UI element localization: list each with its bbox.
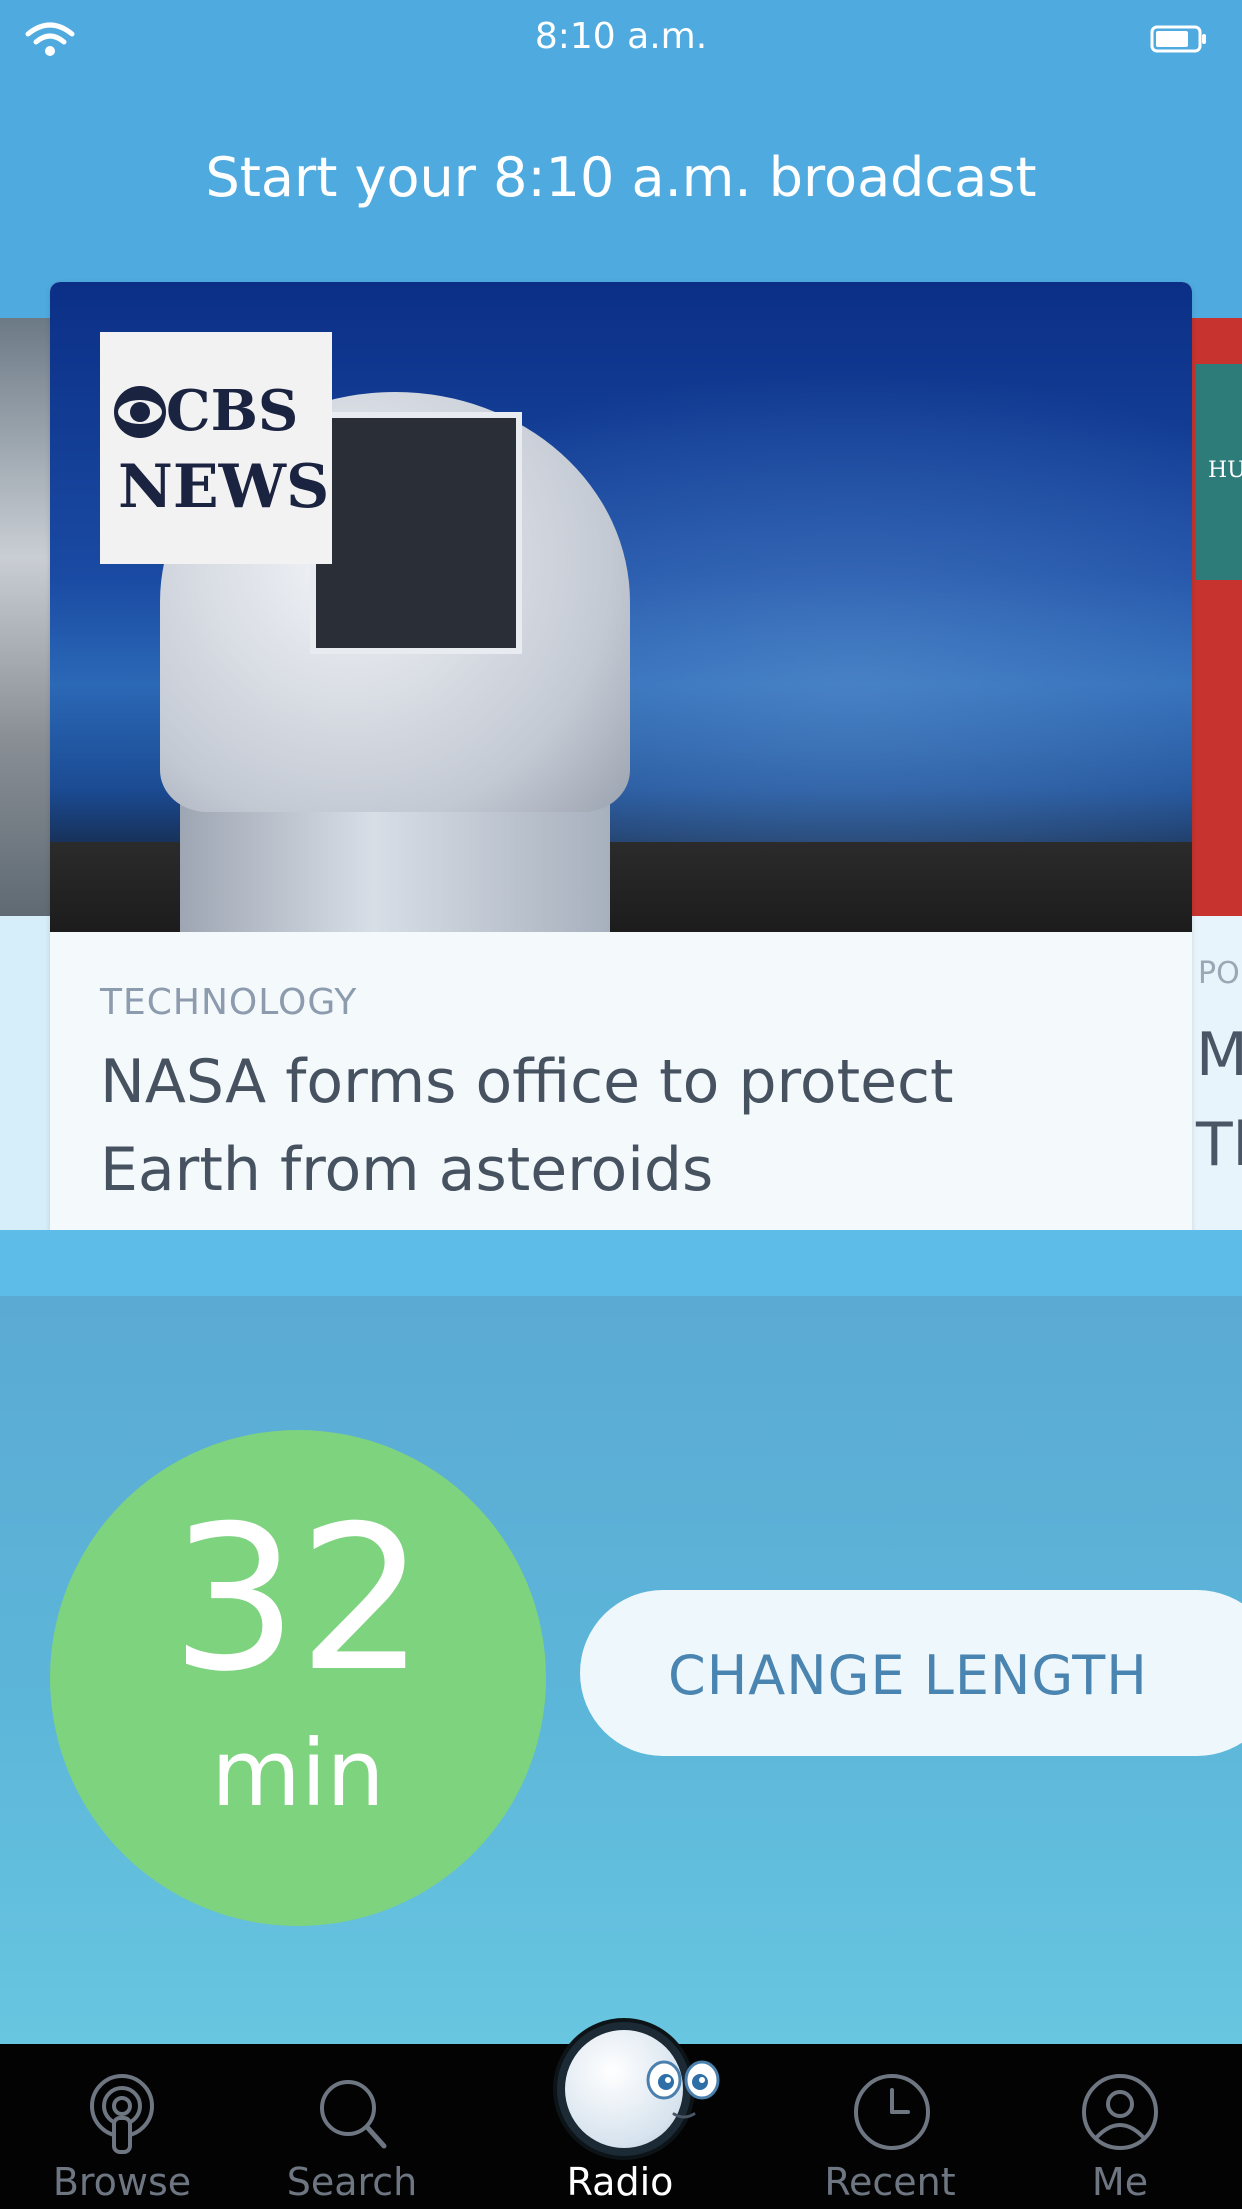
next-story-card[interactable]: HU PO M Tl xyxy=(1188,318,1242,1230)
story-image: CBS NEWS xyxy=(50,282,1192,932)
length-unit: min xyxy=(211,1720,385,1827)
previous-story-card[interactable] xyxy=(0,318,52,1230)
previous-story-text-area xyxy=(0,916,52,1230)
clock-icon xyxy=(854,2074,930,2150)
next-story-image-panel: HU xyxy=(1196,364,1242,580)
story-title-line2: Earth from asteroids xyxy=(100,1135,714,1205)
divider-strip xyxy=(0,1230,1242,1296)
status-bar: 8:10 a.m. xyxy=(0,0,1242,80)
tab-recent-label: Recent xyxy=(824,2160,956,2204)
change-length-label: CHANGE LENGTH xyxy=(668,1644,1148,1707)
story-category: TECHNOLOGY xyxy=(100,982,358,1023)
story-text-area: TECHNOLOGY NASA forms office to protect … xyxy=(50,932,1192,1264)
cbs-news-logo: CBS NEWS xyxy=(100,332,332,564)
tab-browse[interactable]: Browse xyxy=(22,2044,222,2209)
next-story-title-line2: Tl xyxy=(1196,1110,1242,1180)
tab-search[interactable]: Search xyxy=(252,2044,452,2209)
radio-face-icon xyxy=(553,2018,720,2160)
observatory-slit xyxy=(310,412,522,654)
next-story-category: PO xyxy=(1198,956,1240,991)
tab-recent[interactable]: Recent xyxy=(790,2044,990,2209)
next-story-panel-text: HU xyxy=(1208,458,1242,483)
search-icon xyxy=(320,2080,387,2149)
status-time: 8:10 a.m. xyxy=(534,16,708,57)
broadcast-headline: Start your 8:10 a.m. broadcast xyxy=(205,146,1037,209)
tab-me[interactable]: Me xyxy=(1020,2044,1220,2209)
tab-search-label: Search xyxy=(286,2160,418,2204)
length-circle[interactable]: 32 min xyxy=(50,1430,546,1926)
next-story-image: HU xyxy=(1188,318,1242,916)
story-title: NASA forms office to protect Earth from … xyxy=(100,1038,1150,1214)
story-title-line1: NASA forms office to protect xyxy=(100,1047,954,1117)
tab-bar: Browse Search Radio Recent Me xyxy=(0,2018,1242,2209)
person-icon xyxy=(1082,2074,1158,2150)
tab-me-label: Me xyxy=(1091,2160,1149,2204)
previous-story-image xyxy=(0,318,52,916)
battery-icon xyxy=(1150,25,1206,53)
next-story-text-area: PO M Tl xyxy=(1188,916,1242,1230)
change-length-button[interactable]: CHANGE LENGTH xyxy=(580,1590,1242,1756)
tab-radio-label: Radio xyxy=(566,2160,674,2204)
podcast-icon xyxy=(90,2074,154,2154)
next-story-title-line1: M xyxy=(1196,1020,1242,1090)
tab-radio[interactable]: Radio xyxy=(520,2018,720,2209)
broadcast-length-area: 32 min CHANGE LENGTH xyxy=(0,1296,1242,2044)
story-card[interactable]: CBS NEWS TECHNOLOGY NASA forms office to… xyxy=(50,282,1192,1264)
tab-browse-label: Browse xyxy=(52,2160,192,2204)
svg-text:CBS: CBS xyxy=(166,378,298,444)
length-value: 32 xyxy=(170,1483,426,1716)
svg-text:NEWS: NEWS xyxy=(118,452,329,522)
